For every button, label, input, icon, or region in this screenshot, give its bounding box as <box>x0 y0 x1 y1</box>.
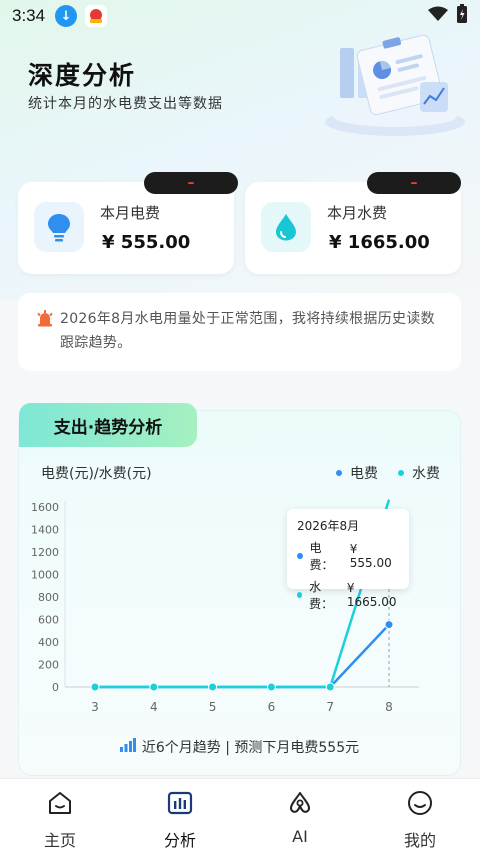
x-tick-label: 7 <box>326 700 334 714</box>
battery-icon <box>456 4 468 28</box>
bottom-navigation: 主页 分析 AI 我的 <box>0 778 480 853</box>
nav-home-label: 主页 <box>43 831 76 850</box>
nav-profile-label: 我的 <box>403 831 436 850</box>
water-bill-amount: ¥ 1665.00 <box>329 232 430 253</box>
download-icon: ↓ <box>55 5 78 27</box>
tooltip-value-electric: ¥ 555.00 <box>349 542 392 570</box>
chart-tooltip: 2026年8月 电费： ¥ 555.00 水费： ¥ 1665.00 <box>287 509 409 611</box>
tooltip-label-electric: 电费： <box>309 541 334 572</box>
trend-footer-text: 近6个月趋势 | 预测下月电费555元 <box>141 740 360 756</box>
home-icon <box>46 789 74 821</box>
chart-y-axis-title: 电费(元)/水费(元) <box>41 466 152 482</box>
water-bill-label: 本月水费 <box>327 204 388 222</box>
wifi-icon <box>428 6 448 26</box>
legend-label-water: 水费 <box>412 466 440 482</box>
legend-item-electric[interactable]: 电费 <box>336 463 378 483</box>
lightbulb-icon <box>34 202 84 252</box>
nav-ai[interactable]: AI <box>240 779 360 853</box>
trend-footer: 近6个月趋势 | 预测下月电费555元 <box>19 737 460 757</box>
y-tick-label: 800 <box>38 591 59 604</box>
series-line-0 <box>95 623 390 689</box>
x-tick-label: 5 <box>209 700 217 714</box>
analytics-icon <box>166 789 194 821</box>
series-point-1 <box>149 682 159 692</box>
x-tick-label: 3 <box>91 700 99 714</box>
analytics-illustration <box>300 30 470 140</box>
trend-analysis-card: 支出·趋势分析 电费(元)/水费(元) 电费 水费 0 200 400 600 800 1… <box>18 403 461 776</box>
ai-icon <box>286 789 314 821</box>
legend-label-electric: 电费 <box>350 466 378 482</box>
legend-item-water[interactable]: 水费 <box>398 463 440 483</box>
tooltip-dot-water <box>297 592 303 598</box>
series-point-1 <box>208 682 218 692</box>
chart-legend: 电费 水费 <box>336 463 440 483</box>
tooltip-value-water: ¥ 1665.00 <box>346 581 397 609</box>
y-tick-label: 1400 <box>31 524 59 537</box>
trend-tab-title[interactable]: 支出·趋势分析 <box>19 403 197 447</box>
profile-icon <box>406 789 434 821</box>
x-tick-label: 8 <box>385 700 393 714</box>
water-bill-card[interactable]: – 本月水费 ¥ 1665.00 <box>245 172 461 274</box>
y-tick-label: 1200 <box>31 546 59 559</box>
y-tick-label: 1600 <box>31 501 59 514</box>
y-tick-label: 600 <box>38 614 59 627</box>
legend-dot-water <box>398 470 404 476</box>
y-tick-label: 200 <box>38 659 59 672</box>
nav-home[interactable]: 主页 <box>0 779 120 853</box>
tooltip-row-water: 水费： ¥ 1665.00 <box>297 578 399 612</box>
alarm-icon <box>36 309 54 331</box>
nav-profile[interactable]: 我的 <box>360 779 480 853</box>
y-tick-label: 1000 <box>31 569 59 582</box>
electric-bill-label: 本月电费 <box>100 204 161 222</box>
x-tick-label: 4 <box>150 700 158 714</box>
tooltip-title: 2026年8月 <box>297 519 360 533</box>
series-point-1 <box>90 682 100 692</box>
tooltip-label-water: 水费： <box>309 580 334 611</box>
y-tick-label: 0 <box>52 681 59 694</box>
y-tick-label: 400 <box>38 636 59 649</box>
legend-dot-electric <box>336 470 342 476</box>
x-tick-label: 6 <box>268 700 276 714</box>
status-time: 3:34 <box>12 6 46 25</box>
status-bar: 3:34 ↓ <box>0 0 480 32</box>
usage-notice: 2026年8月水电用量处于正常范围，我将持续根据历史读数跟踪趋势。 <box>18 293 461 371</box>
nav-analysis[interactable]: 分析 <box>120 779 240 853</box>
tooltip-dot-electric <box>297 553 303 559</box>
water-change-badge: – <box>367 172 461 194</box>
water-drop-icon <box>261 202 311 252</box>
series-point-0 <box>384 620 394 630</box>
electric-bill-card[interactable]: – 本月电费 ¥ 555.00 <box>18 172 238 274</box>
nav-ai-label: AI <box>292 827 308 846</box>
bar-chart-icon <box>119 738 136 756</box>
tooltip-row-electric: 电费： ¥ 555.00 <box>297 539 399 573</box>
page-title: 深度分析 <box>28 61 137 90</box>
electric-change-badge: – <box>144 172 238 194</box>
notice-text: 2026年8月水电用量处于正常范围，我将持续根据历史读数跟踪趋势。 <box>60 311 435 351</box>
nav-analysis-label: 分析 <box>163 831 196 850</box>
page-subtitle: 统计本月的水电费支出等数据 <box>28 96 223 112</box>
series-point-1 <box>266 682 276 692</box>
series-point-1 <box>325 682 335 692</box>
app-notification-icon <box>85 5 108 27</box>
electric-bill-amount: ¥ 555.00 <box>102 232 191 253</box>
